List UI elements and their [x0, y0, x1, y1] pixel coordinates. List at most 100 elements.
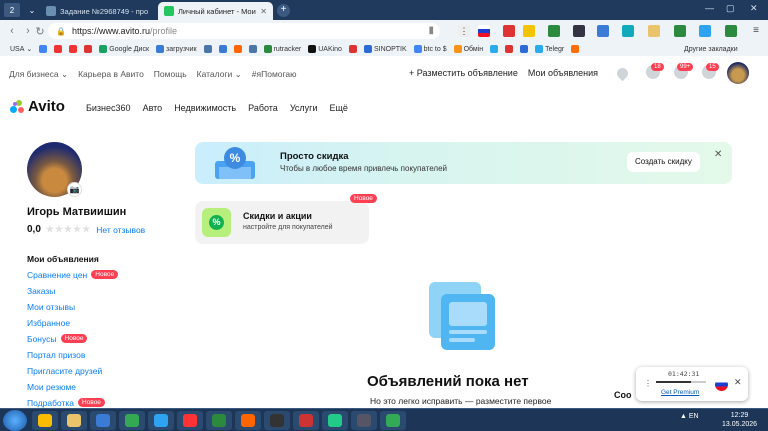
back-icon[interactable]: ‹ [4, 25, 20, 37]
taskbar-app-button[interactable] [380, 411, 406, 430]
bookmark-item[interactable]: Обмін [453, 45, 483, 53]
bookmark-item[interactable] [348, 45, 357, 53]
extension-icon[interactable] [622, 25, 634, 37]
link-help[interactable]: Помощь [154, 69, 187, 80]
my-ads-link[interactable]: Мои объявления [528, 68, 598, 78]
maximize-button[interactable]: ▢ [726, 3, 735, 14]
bookmark-item[interactable] [203, 45, 212, 53]
url-field[interactable]: 🔒 https://www.avito.ru /profile ▮ [48, 23, 440, 39]
menu-item-my-resumes[interactable]: Мои резюме [27, 381, 118, 392]
taskbar-app-button[interactable] [119, 411, 145, 430]
clock[interactable]: 12:29 13.05.2026 [722, 411, 757, 429]
no-reviews-link[interactable]: Нет отзывов [96, 225, 145, 235]
close-icon[interactable]: ✕ [714, 149, 722, 160]
menu-item-invite-friends[interactable]: Пригласите друзей [27, 365, 118, 376]
avito-logo[interactable]: Avito [10, 98, 65, 115]
new-tab-button[interactable]: + [277, 3, 290, 17]
menu-item-orders[interactable]: Заказы [27, 285, 118, 296]
bookmark-item[interactable] [233, 45, 242, 53]
taskbar-app-button[interactable] [351, 411, 377, 430]
bookmark-item[interactable] [69, 45, 78, 53]
menu-item-favorites[interactable]: Избранное [27, 317, 118, 328]
taskbar-app-button[interactable] [264, 411, 290, 430]
extension-icon[interactable] [648, 25, 660, 37]
bookmark-item[interactable] [490, 45, 499, 53]
close-window-button[interactable]: ✕ [750, 3, 758, 14]
extension-icon[interactable] [523, 25, 535, 37]
link-help-hashtag[interactable]: #яПомогаю [252, 69, 297, 80]
nav-realty[interactable]: Недвижимость [174, 103, 236, 113]
bookmark-icon[interactable]: ▮ [428, 25, 434, 36]
start-button[interactable] [3, 410, 27, 431]
tray-up-arrow-icon[interactable]: ▲ [680, 413, 687, 420]
bookmark-item[interactable]: UAKino [308, 45, 342, 53]
menu-item-bonuses[interactable]: Бонусы Новое [27, 333, 118, 344]
taskbar-app-button[interactable] [32, 411, 58, 430]
tab-counter[interactable]: 2 [4, 3, 20, 17]
bookmark-item[interactable]: Telegr [535, 45, 564, 53]
menu-item-side-job[interactable]: Подработка Новое [27, 397, 118, 408]
other-bookmarks[interactable]: Другие закладки [684, 46, 738, 53]
extension-icon[interactable] [674, 25, 686, 37]
nav-business360[interactable]: Бизнес360 [86, 103, 131, 113]
reload-icon[interactable]: ↻ [32, 25, 48, 38]
extension-icon[interactable] [725, 25, 737, 37]
close-icon[interactable]: ✕ [734, 377, 742, 388]
bookmark-item[interactable] [520, 45, 529, 53]
link-business[interactable]: Для бизнеса ⌄ [9, 69, 68, 80]
taskbar-app-button[interactable] [90, 411, 116, 430]
extension-icon[interactable]: ⋮ [458, 25, 470, 37]
camera-icon[interactable]: 📷 [67, 182, 82, 197]
bookmark-item[interactable] [39, 45, 48, 53]
tab-list-chevron-icon[interactable]: ⌄ [24, 3, 40, 17]
flag-ru-extension-icon[interactable] [478, 25, 490, 37]
taskbar-app-button[interactable] [177, 411, 203, 430]
bookmark-item[interactable]: USA ⌄ [10, 45, 32, 54]
bookmark-item[interactable] [84, 45, 93, 53]
extension-icon[interactable] [573, 25, 585, 37]
post-ad-button[interactable]: + Разместить объявление [409, 68, 518, 78]
extension-icon[interactable] [597, 25, 609, 37]
nav-auto[interactable]: Авто [143, 103, 163, 113]
extension-icon[interactable] [548, 25, 560, 37]
bookmark-item[interactable]: Google Диск [99, 45, 149, 53]
more-options-icon[interactable]: ⋮ [644, 379, 652, 388]
link-catalogs[interactable]: Каталоги ⌄ [197, 69, 242, 80]
menu-item-my-reviews[interactable]: Мои отзывы [27, 301, 118, 312]
link-career[interactable]: Карьера в Авито [78, 69, 144, 80]
bookmark-item[interactable] [54, 45, 63, 53]
create-discount-button[interactable]: Создать скидку [627, 152, 700, 172]
bookmark-item[interactable] [505, 45, 514, 53]
nav-more[interactable]: Ещё [330, 103, 348, 113]
menu-icon[interactable]: ≡ [750, 25, 762, 37]
flag-ru-icon[interactable] [715, 378, 728, 391]
menu-item-price-comparison[interactable]: Сравнение цен Новое [27, 269, 119, 280]
minimize-button[interactable]: — [705, 3, 714, 13]
bookmark-item[interactable] [218, 45, 227, 53]
favorites-heart-icon[interactable] [614, 65, 631, 82]
avatar[interactable] [727, 62, 749, 84]
bookmark-item[interactable]: загрузчик [156, 45, 197, 53]
taskbar-app-button[interactable] [148, 411, 174, 430]
bookmark-item[interactable] [571, 45, 580, 53]
nav-services[interactable]: Услуги [290, 103, 318, 113]
taskbar-app-button[interactable] [293, 411, 319, 430]
taskbar-app-button[interactable] [322, 411, 348, 430]
extension-icon[interactable] [503, 25, 515, 37]
sales-promo-card[interactable]: % Скидки и акции настройте для покупател… [195, 201, 369, 244]
bookmark-item[interactable]: btc to $ [413, 45, 447, 53]
language-indicator[interactable]: EN [689, 413, 699, 420]
taskbar-app-button[interactable] [206, 411, 232, 430]
tab-task[interactable]: Задание №2968749 - про [40, 2, 158, 20]
bookmark-item[interactable]: SINOPTIK [363, 45, 407, 53]
menu-item-prize-portal[interactable]: Портал призов [27, 349, 118, 360]
bookmark-item[interactable]: rutracker [263, 45, 301, 53]
get-premium-link[interactable]: Get Premium [661, 389, 699, 396]
extension-icon[interactable] [699, 25, 711, 37]
menu-title[interactable]: Мои объявления [27, 254, 99, 264]
taskbar-app-button[interactable] [61, 411, 87, 430]
tab-profile[interactable]: Личный кабинет - Мои ✕ [158, 2, 273, 20]
taskbar-app-button[interactable] [235, 411, 261, 430]
player-progress-bar[interactable] [656, 381, 706, 383]
nav-jobs[interactable]: Работа [248, 103, 278, 113]
